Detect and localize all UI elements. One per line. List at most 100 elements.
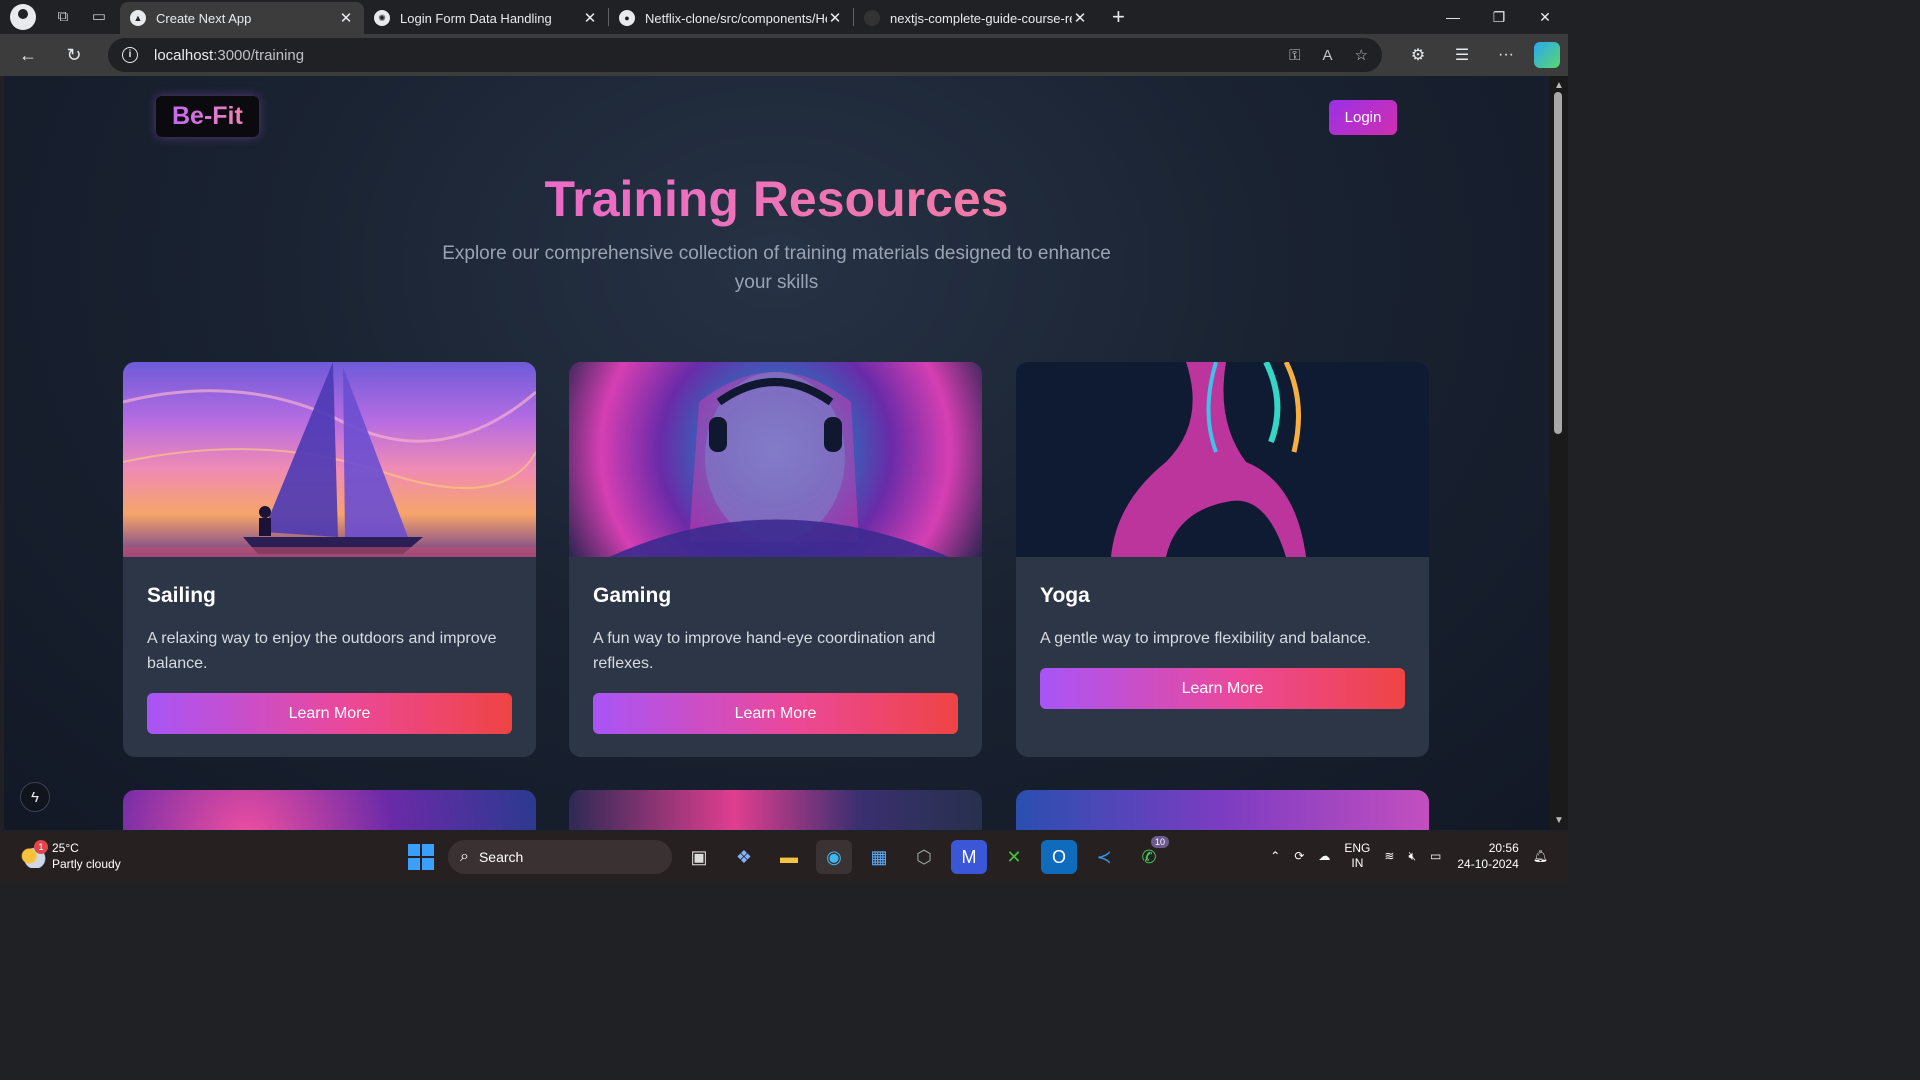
volume-muted-icon[interactable]: 🔇︎ (1408, 849, 1416, 864)
scroll-down-icon[interactable]: ▼ (1554, 815, 1564, 826)
start-windows-icon[interactable] (408, 844, 434, 870)
card-description: A fun way to improve hand-eye coordinati… (593, 630, 936, 672)
copilot-app-icon[interactable]: ❖ (726, 840, 762, 874)
microsoft-store-icon[interactable]: ▦ (861, 840, 897, 874)
refresh-icon[interactable]: ↻ (56, 37, 92, 73)
vertical-tabs-icon[interactable]: ▭ (90, 8, 108, 26)
tab-netflix-clone[interactable]: ● Netflix-clone/src/components/Hea ✕ (609, 2, 853, 34)
clock[interactable]: 20:56 24-10-2024 (1457, 840, 1518, 872)
page-scrollbar[interactable]: ▲ ▼ (1549, 76, 1568, 830)
address-bar[interactable]: i localhost:3000/training ⚿ A ☆ (108, 38, 1382, 72)
weather-widget[interactable]: 1 25°C Partly cloudy (18, 840, 121, 872)
read-aloud-icon[interactable]: A (1323, 47, 1333, 64)
back-arrow-icon[interactable]: ← (10, 37, 46, 73)
close-tab-icon[interactable]: ✕ (1072, 9, 1088, 27)
card-description: A gentle way to improve flexibility and … (1040, 630, 1371, 647)
copilot-icon[interactable] (1534, 42, 1560, 68)
github-favicon-icon (864, 10, 880, 26)
card-gaming: Gaming A fun way to improve hand-eye coo… (569, 362, 982, 757)
xbox-icon[interactable]: ✕ (996, 840, 1032, 874)
chevron-up-icon[interactable]: ⌃ (1270, 849, 1280, 863)
lightning-icon[interactable]: ϟ (20, 782, 50, 812)
url-text[interactable]: localhost:3000/training (154, 47, 1267, 64)
scroll-up-icon[interactable]: ▲ (1554, 80, 1564, 91)
card-preview-image (123, 790, 536, 830)
sync-icon[interactable]: ⟳ (1294, 849, 1304, 863)
system-tray: ⌃ ⟳ ☁ ENG IN ≋ 🔇︎ ▭ 20:56 24-10-2024 🔔︎ (1256, 840, 1548, 872)
edge-browser-icon[interactable]: ◉ (816, 840, 852, 874)
card-preview-image (1016, 790, 1429, 830)
card-yoga: Yoga A gentle way to improve flexibility… (1016, 362, 1429, 757)
favorites-icon[interactable]: ☰ (1440, 45, 1484, 65)
extensions-icon[interactable]: ⚙ (1396, 45, 1440, 65)
more-menu-icon[interactable]: ··· (1484, 46, 1528, 64)
login-button[interactable]: Login (1329, 100, 1397, 135)
card-title: Yoga (1040, 584, 1090, 607)
close-tab-icon[interactable]: ✕ (338, 9, 354, 27)
site-logo[interactable]: Be-Fit (156, 96, 259, 137)
tab-list: ▲ Create Next App ✕ ✺ Login Form Data Ha… (120, 0, 1098, 34)
card-preview-image (569, 790, 982, 830)
learn-more-button[interactable]: Learn More (593, 693, 958, 734)
gaming-image (569, 362, 982, 557)
mail-app-icon[interactable]: M (951, 840, 987, 874)
browser-tab-strip: ⧉ ▭ ▲ Create Next App ✕ ✺ Login Form Dat… (0, 0, 1568, 34)
profile-icon[interactable] (10, 4, 36, 30)
minimize-icon[interactable]: — (1430, 0, 1476, 34)
close-tab-icon[interactable]: ✕ (827, 9, 843, 27)
card-title: Sailing (147, 584, 216, 607)
key-icon[interactable]: ⚿ (1289, 47, 1300, 64)
cloud-offline-icon[interactable]: ☁ (1318, 849, 1330, 863)
window-controls: — ❐ ✕ (1430, 0, 1568, 34)
battery-icon[interactable]: ▭ (1430, 849, 1441, 863)
vscode-icon[interactable]: ≺ (1086, 840, 1122, 874)
outlook-icon[interactable]: O (1041, 840, 1077, 874)
page-subtitle: Explore our comprehensive collection of … (442, 243, 1111, 293)
learn-more-button[interactable]: Learn More (1040, 668, 1405, 709)
workspaces-icon[interactable]: ⧉ (54, 8, 72, 26)
search-label: Search (478, 849, 524, 865)
time: 20:56 (1488, 841, 1519, 855)
card-sailing: Sailing A relaxing way to enjoy the outd… (123, 362, 536, 757)
taskbar-search[interactable]: ⌕ Search (448, 840, 672, 874)
github-favicon-icon: ● (619, 10, 635, 26)
new-tab-button[interactable]: + (1112, 2, 1125, 32)
favorite-star-icon[interactable]: ☆ (1355, 46, 1368, 64)
notification-bell-icon[interactable]: 🔔︎ (1533, 849, 1548, 863)
tab-create-next-app[interactable]: ▲ Create Next App ✕ (120, 2, 364, 34)
tab-title: nextjs-complete-guide-course-res (890, 10, 1072, 26)
weather-condition: Partly cloudy (52, 857, 121, 871)
nextjs-favicon-icon: ▲ (130, 10, 146, 26)
search-icon: ⌕ (460, 848, 469, 865)
close-window-icon[interactable]: ✕ (1522, 0, 1568, 34)
whatsapp-icon[interactable]: ✆ 10 (1131, 836, 1169, 874)
card-title: Gaming (593, 584, 672, 607)
language-indicator[interactable]: ENG IN (1344, 841, 1370, 871)
tab-title: Netflix-clone/src/components/Hea (645, 10, 827, 26)
tab-title: Create Next App (156, 10, 252, 26)
wifi-icon[interactable]: ≋ (1384, 849, 1394, 863)
tab-login-form[interactable]: ✺ Login Form Data Handling ✕ (364, 2, 608, 34)
site-info-icon[interactable]: i (122, 47, 138, 63)
page-title: Training Resources (544, 171, 1009, 227)
tab-nextjs-guide[interactable]: nextjs-complete-guide-course-res ✕ (854, 2, 1098, 34)
restore-icon[interactable]: ❐ (1476, 0, 1522, 34)
partly-cloudy-icon: 1 (18, 840, 48, 868)
web-page: Be-Fit Login Training Resources Explore … (4, 76, 1549, 830)
logo-text: Be-Fit (172, 102, 243, 130)
unity-icon[interactable]: ⬡ (906, 840, 942, 874)
chatgpt-favicon-icon: ✺ (374, 10, 390, 26)
browser-toolbar: ← ↻ i localhost:3000/training ⚿ A ☆ ⚙ ☰ … (0, 34, 1568, 76)
tab-title: Login Form Data Handling (400, 10, 552, 26)
toolbar-actions: ⚙ ☰ ··· (1396, 42, 1560, 68)
temperature: 25°C (52, 841, 79, 855)
close-tab-icon[interactable]: ✕ (582, 9, 598, 27)
windows-taskbar: 1 25°C Partly cloudy ⌕ Search ▣ ❖ ▬ ◉ ▦ … (0, 832, 1568, 882)
sailing-image (123, 362, 536, 557)
date: 24-10-2024 (1457, 857, 1519, 871)
card-description: A relaxing way to enjoy the outdoors and… (147, 630, 497, 672)
task-view-icon[interactable]: ▣ (681, 840, 717, 874)
scroll-thumb[interactable] (1554, 92, 1562, 434)
learn-more-button[interactable]: Learn More (147, 693, 512, 734)
file-explorer-icon[interactable]: ▬ (771, 840, 807, 874)
